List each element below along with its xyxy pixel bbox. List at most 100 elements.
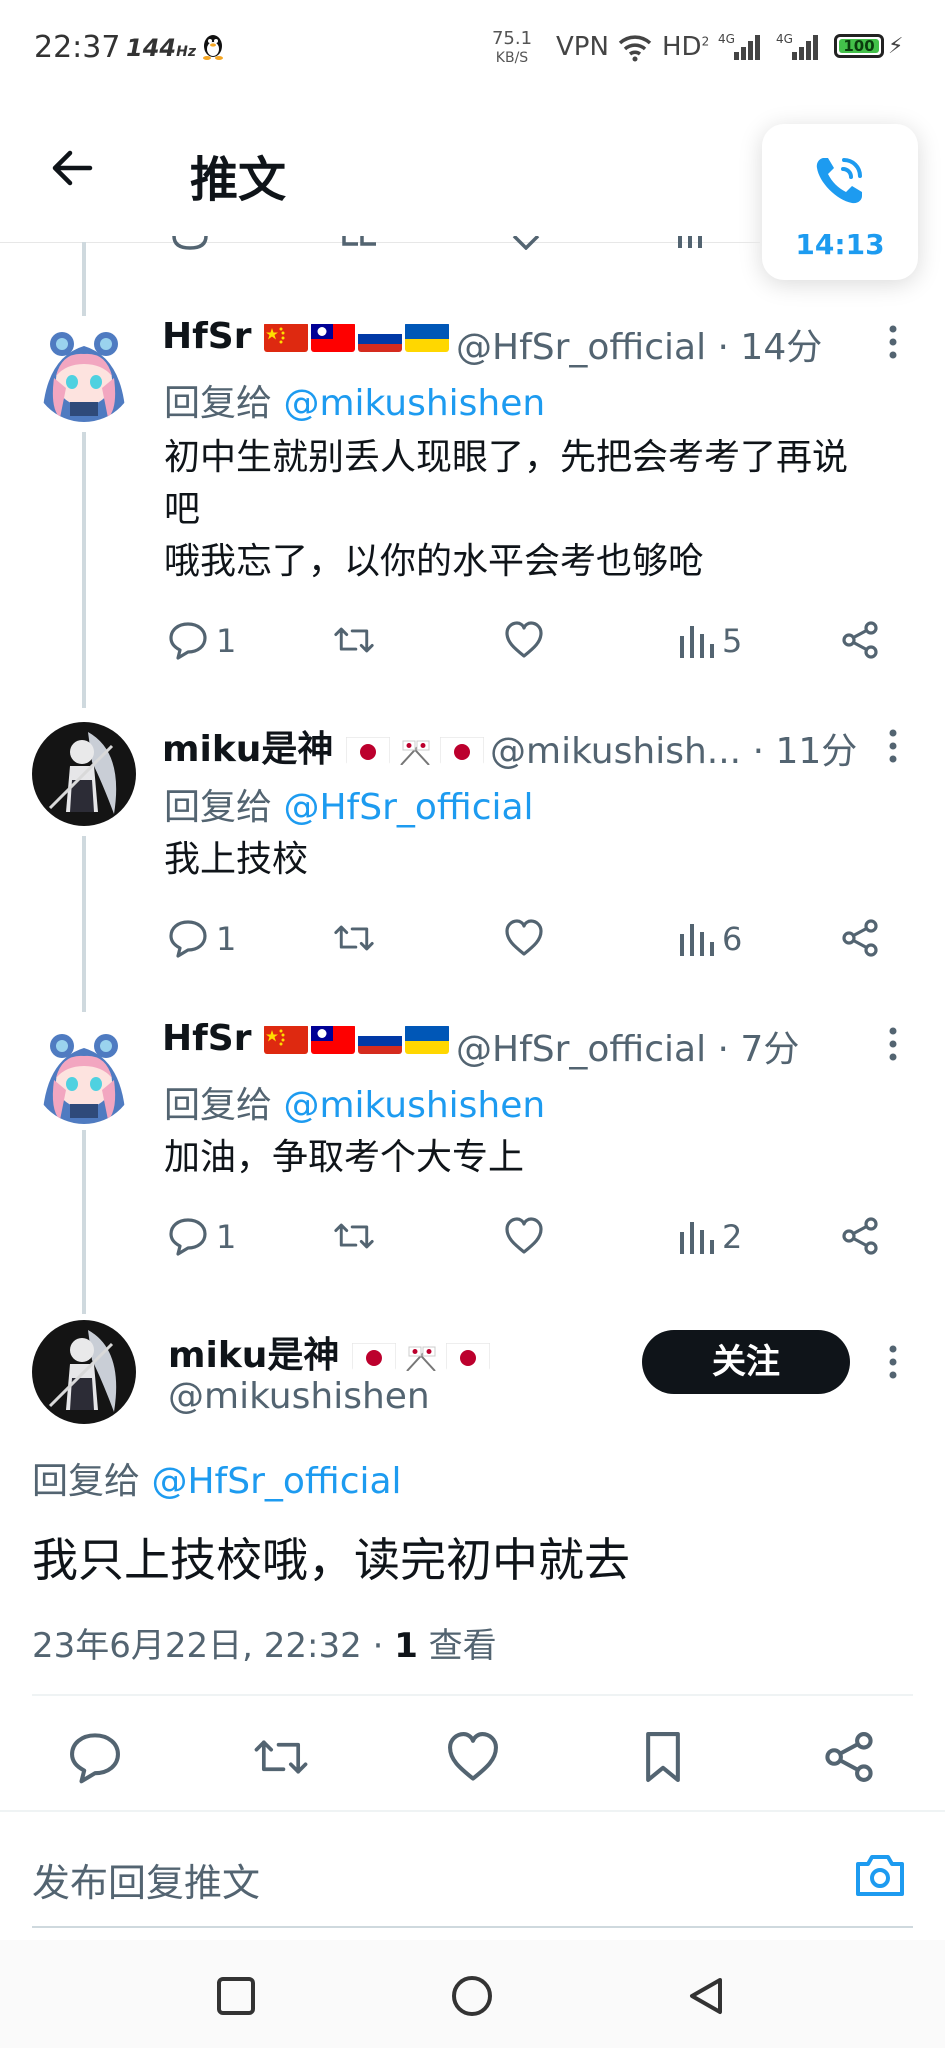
tweet-meta: @HfSr_official · 7分 xyxy=(456,1020,799,1072)
avatar[interactable] xyxy=(32,1320,136,1424)
recents-icon[interactable] xyxy=(214,1974,258,2018)
tweet-text: 加油，争取考个大专上 xyxy=(164,1137,525,1178)
reply-count: 1 xyxy=(216,920,237,958)
view-count: 6 xyxy=(722,920,743,958)
battery-icon: 100 xyxy=(834,34,884,58)
view-count: 5 xyxy=(722,622,743,660)
more-options-icon[interactable] xyxy=(888,1026,898,1062)
reply-count: 1 xyxy=(216,622,237,660)
japan-flag-icon xyxy=(439,735,484,765)
signal-icon: 4G xyxy=(776,32,818,60)
display-name[interactable]: miku是神 xyxy=(168,1326,493,1378)
thread-line xyxy=(82,242,86,316)
timestamp[interactable]: · 7分 xyxy=(718,1029,800,1070)
call-duration: 14:13 xyxy=(795,228,885,261)
divider xyxy=(0,1810,945,1812)
reply-icon[interactable] xyxy=(168,918,208,958)
japan-flag-icon xyxy=(351,1341,396,1371)
battery-level: 100 xyxy=(839,39,879,54)
thread-line xyxy=(82,836,86,1012)
retweet-icon[interactable] xyxy=(338,236,382,250)
share-icon[interactable] xyxy=(840,918,880,958)
share-icon[interactable] xyxy=(822,1730,876,1784)
like-icon[interactable] xyxy=(504,918,544,958)
like-icon[interactable] xyxy=(504,1216,544,1256)
svg-text:4G: 4G xyxy=(718,32,735,46)
handle[interactable]: @mikushishen xyxy=(168,1376,430,1417)
mention-link[interactable]: @mikushishen xyxy=(283,383,545,424)
views-icon[interactable] xyxy=(676,918,716,958)
taiwan-flag-icon xyxy=(311,1024,356,1054)
reply-icon[interactable] xyxy=(68,1730,122,1784)
more-options-icon[interactable] xyxy=(888,1344,898,1380)
mention-link[interactable]: @HfSr_official xyxy=(151,1461,401,1502)
home-icon[interactable] xyxy=(450,1974,494,2018)
mention-link[interactable]: @mikushishen xyxy=(283,1085,545,1126)
japan-flag-icon xyxy=(445,1341,490,1371)
views-icon[interactable] xyxy=(676,620,716,660)
follow-button[interactable]: 关注 xyxy=(642,1330,850,1394)
retweet-icon[interactable] xyxy=(334,620,374,660)
crossed-japan-flags-icon xyxy=(392,735,437,765)
refresh-rate: 144Hz xyxy=(126,34,196,62)
mention-link[interactable]: @HfSr_official xyxy=(283,787,533,828)
reply-count: 1 xyxy=(216,1218,237,1256)
like-icon[interactable] xyxy=(504,620,544,660)
reply-input[interactable]: 发布回复推文 xyxy=(32,1852,260,1907)
retweet-icon[interactable] xyxy=(334,918,374,958)
thread-line xyxy=(82,432,86,708)
like-icon[interactable] xyxy=(506,236,546,250)
taiwan-flag-icon xyxy=(311,322,356,352)
reply-context: 回复给 @HfSr_official xyxy=(32,1461,402,1502)
reply-icon[interactable] xyxy=(168,1216,208,1256)
anime-avatar-hood xyxy=(32,318,136,422)
display-name[interactable]: HfSr xyxy=(162,1018,452,1059)
handle[interactable]: @HfSr_official xyxy=(456,1029,706,1070)
anime-avatar-hood xyxy=(32,1020,136,1124)
handle[interactable]: @HfSr_official xyxy=(456,327,706,368)
qq-penguin-icon xyxy=(203,35,223,60)
tweet-text: 初中生就别丢人现眼了，先把会考考了再说 吧 哦我忘了，以你的水平会考也够呛 xyxy=(164,437,849,582)
share-icon[interactable] xyxy=(840,1216,880,1256)
bookmark-icon[interactable] xyxy=(636,1730,690,1784)
vpn-indicator: VPN xyxy=(556,32,609,62)
tweet-date: 23年6月22日, 22:32 · 1 查看 xyxy=(32,1626,497,1666)
china-flag-icon xyxy=(264,1024,309,1054)
avatar[interactable] xyxy=(32,318,136,422)
views-icon[interactable] xyxy=(676,1216,716,1256)
reply-icon[interactable] xyxy=(168,620,208,660)
back-icon[interactable] xyxy=(684,1974,728,2018)
like-icon[interactable] xyxy=(446,1730,500,1784)
wifi-icon xyxy=(618,35,652,62)
page-title: 推文 xyxy=(190,152,287,208)
back-arrow-icon[interactable] xyxy=(50,146,94,190)
timestamp[interactable]: · 11分 xyxy=(753,731,858,772)
signal-icon: 4G xyxy=(718,32,760,60)
reply-icon[interactable] xyxy=(170,236,210,250)
display-name[interactable]: miku是神 xyxy=(162,720,487,772)
status-time: 22:37 xyxy=(34,30,121,65)
timestamp[interactable]: · 14分 xyxy=(718,327,823,368)
handle[interactable]: @mikushish... xyxy=(490,731,741,772)
input-underline xyxy=(32,1926,913,1928)
display-name[interactable]: HfSr xyxy=(162,316,452,357)
tweet-meta: @HfSr_official · 14分 xyxy=(456,318,822,370)
share-icon[interactable] xyxy=(840,620,880,660)
system-nav-bar xyxy=(0,1940,945,2048)
retweet-icon[interactable] xyxy=(254,1730,308,1784)
views-icon[interactable] xyxy=(674,236,714,250)
anime-avatar-dark xyxy=(32,722,136,826)
floating-call-widget[interactable]: 14:13 xyxy=(762,124,918,280)
camera-icon[interactable] xyxy=(854,1852,906,1898)
avatar[interactable] xyxy=(32,1020,136,1124)
russia-flag-icon xyxy=(358,1024,403,1054)
avatar[interactable] xyxy=(32,722,136,826)
more-options-icon[interactable] xyxy=(888,324,898,360)
view-count: 2 xyxy=(722,1218,743,1256)
japan-flag-icon xyxy=(345,735,390,765)
tweet-text: 我上技校 xyxy=(164,839,309,880)
retweet-icon[interactable] xyxy=(334,1216,374,1256)
more-options-icon[interactable] xyxy=(888,728,898,764)
main-tweet-text: 我只上技校哦，读完初中就去 xyxy=(32,1533,630,1587)
ukraine-flag-icon xyxy=(405,322,450,352)
